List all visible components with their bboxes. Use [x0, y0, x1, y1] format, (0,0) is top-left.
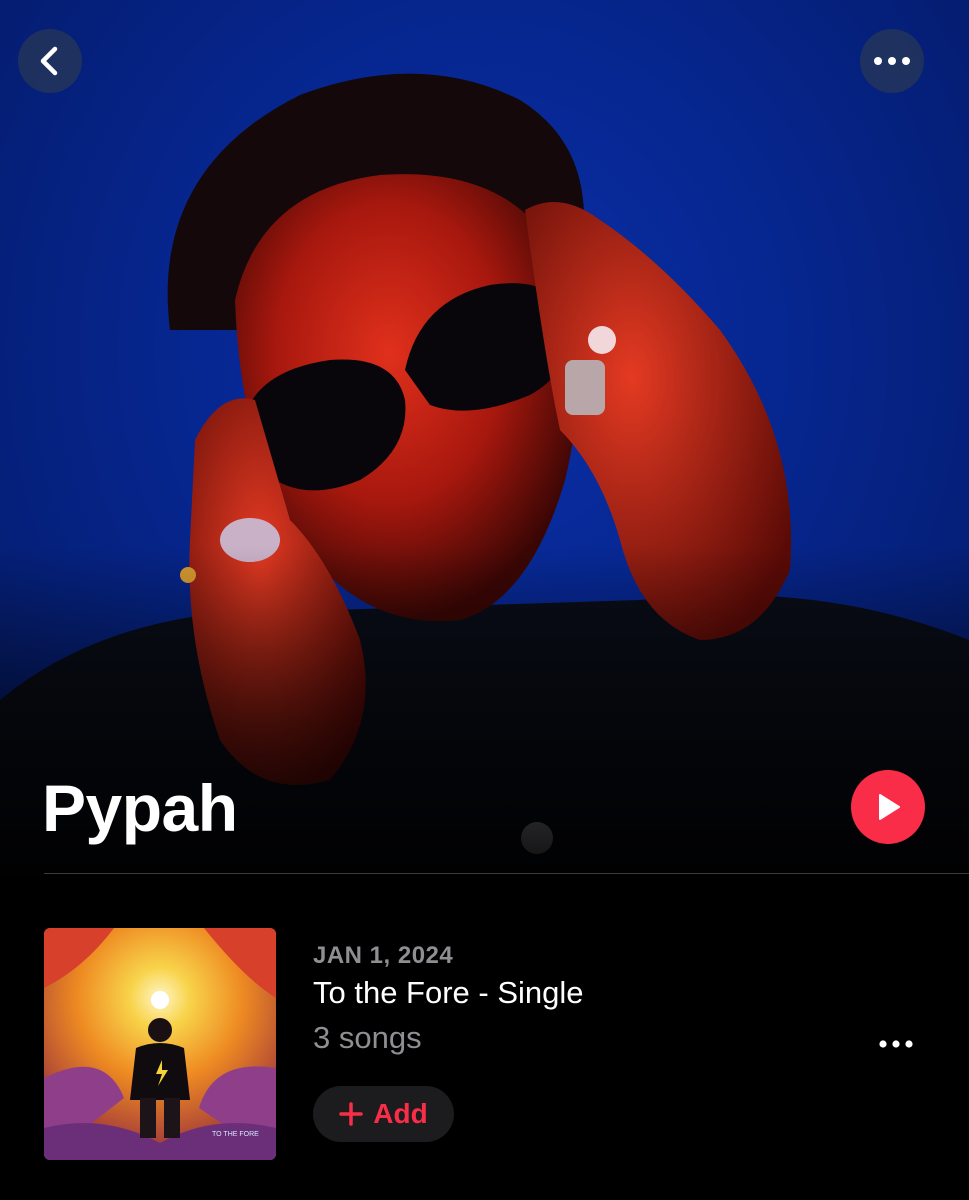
- plus-icon: [339, 1102, 364, 1126]
- artist-hero-image: [0, 0, 969, 875]
- album-cover-artwork: TO THE FORE: [44, 928, 276, 1160]
- album-cover[interactable]: TO THE FORE: [44, 928, 276, 1160]
- play-icon: [879, 794, 900, 820]
- add-button-label: Add: [373, 1098, 428, 1129]
- artist-name: Pypah: [42, 771, 238, 845]
- more-options-button[interactable]: [860, 29, 924, 93]
- ellipsis-icon: [879, 1040, 913, 1048]
- release-more-button[interactable]: [866, 1030, 926, 1058]
- album-cover-text: TO THE FORE: [212, 1131, 259, 1138]
- add-button[interactable]: Add: [313, 1086, 454, 1142]
- release-date: JAN 1, 2024: [313, 942, 454, 969]
- ellipsis-icon: [874, 57, 910, 65]
- back-button[interactable]: [18, 29, 82, 93]
- song-count: 3 songs: [313, 1020, 422, 1055]
- chevron-left-icon: [40, 46, 58, 76]
- release-title[interactable]: To the Fore - Single: [313, 975, 584, 1011]
- play-button[interactable]: [851, 770, 925, 844]
- section-divider: [44, 873, 969, 874]
